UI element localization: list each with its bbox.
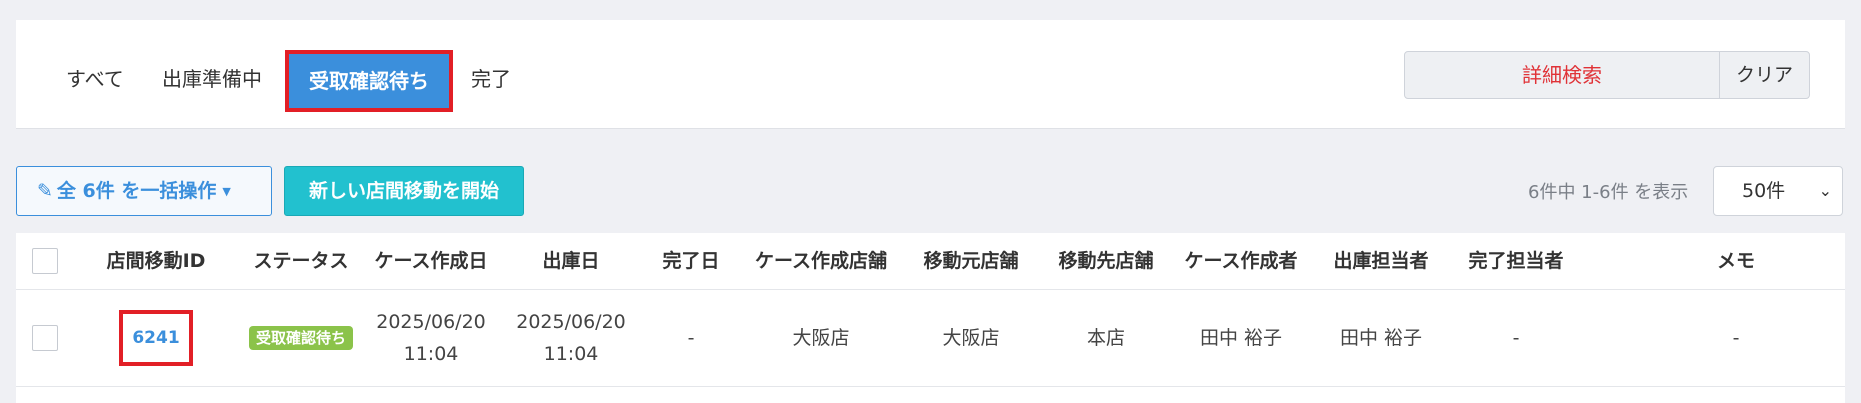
col-completer[interactable]: 完了担当者 [1451,233,1581,289]
shipped-time: 11:04 [543,343,599,365]
cell-created-date: 2025/06/20 11:04 [366,290,496,386]
chevron-down-icon: ⌄ [1818,181,1832,200]
select-all-checkbox[interactable] [32,248,58,274]
search-button-group: 詳細検索 クリア [1404,51,1810,99]
col-creator[interactable]: ケース作成者 [1176,233,1306,289]
tab-preparing[interactable]: 出庫準備中 [162,20,262,128]
cell-transfer-id: 6241 [91,290,221,386]
col-from-store[interactable]: 移動元店舗 [906,233,1036,289]
transfer-table: 店間移動ID ステータス ケース作成日 出庫日 完了日 ケース作成店舗 移動元店… [16,233,1845,403]
col-shipped-date[interactable]: 出庫日 [516,233,626,289]
status-filter-panel: すべて 出庫準備中 受取確認待ち 完了 詳細検索 クリア [16,20,1845,129]
col-completed-date[interactable]: 完了日 [646,233,736,289]
result-count: 6件中 1-6件 を表示 [1528,182,1689,203]
start-new-transfer-button[interactable]: 新しい店間移動を開始 [284,166,524,216]
cell-creator: 田中 裕子 [1199,327,1283,349]
transfer-id-link[interactable]: 6241 [119,310,193,366]
table-header: 店間移動ID ステータス ケース作成日 出庫日 完了日 ケース作成店舗 移動元店… [16,233,1845,290]
col-transfer-id[interactable]: 店間移動ID [91,233,221,289]
tab-awaiting-receipt[interactable]: 受取確認待ち [285,50,453,112]
col-created-date[interactable]: ケース作成日 [366,233,496,289]
per-page-select[interactable]: 50件 ⌄ [1713,166,1843,216]
cell-from-store: 大阪店 [942,327,1000,349]
cell-shipped-date: 2025/06/20 11:04 [506,290,636,386]
col-memo[interactable]: メモ [1686,233,1786,289]
cell-creating-store: 大阪店 [792,327,850,349]
tab-all[interactable]: すべて [66,20,124,128]
cell-to-store: 本店 [1086,327,1125,349]
bulk-action-label: 全 6件 を一括操作 [56,180,217,202]
row-checkbox[interactable] [32,325,58,351]
shipped-date: 2025/06/20 [516,311,626,333]
detail-search-button[interactable]: 詳細検索 [1405,52,1720,98]
col-shipper[interactable]: 出庫担当者 [1316,233,1446,289]
cell-completed-date: - [687,327,695,349]
cell-memo: - [1732,327,1740,349]
created-time: 11:04 [403,343,459,365]
edit-icon: ✎ [37,180,53,202]
cell-shipper: 田中 裕子 [1339,327,1423,349]
bulk-action-button[interactable]: ✎ 全 6件 を一括操作 ▼ [16,166,272,216]
per-page-value: 50件 [1742,180,1786,202]
col-status[interactable]: ステータス [236,233,366,289]
table-row[interactable]: 6241 受取確認待ち 2025/06/20 11:04 2025/06/20 … [16,290,1845,387]
clear-button[interactable]: クリア [1720,52,1809,98]
tab-completed[interactable]: 完了 [471,20,511,128]
col-to-store[interactable]: 移動先店舗 [1041,233,1171,289]
status-badge: 受取確認待ち [248,326,353,350]
col-creating-store[interactable]: ケース作成店舗 [741,233,901,289]
cell-completer: - [1512,327,1520,349]
created-date: 2025/06/20 [376,311,486,333]
caret-down-icon: ▼ [222,184,231,198]
cell-status: 受取確認待ち [236,290,366,386]
